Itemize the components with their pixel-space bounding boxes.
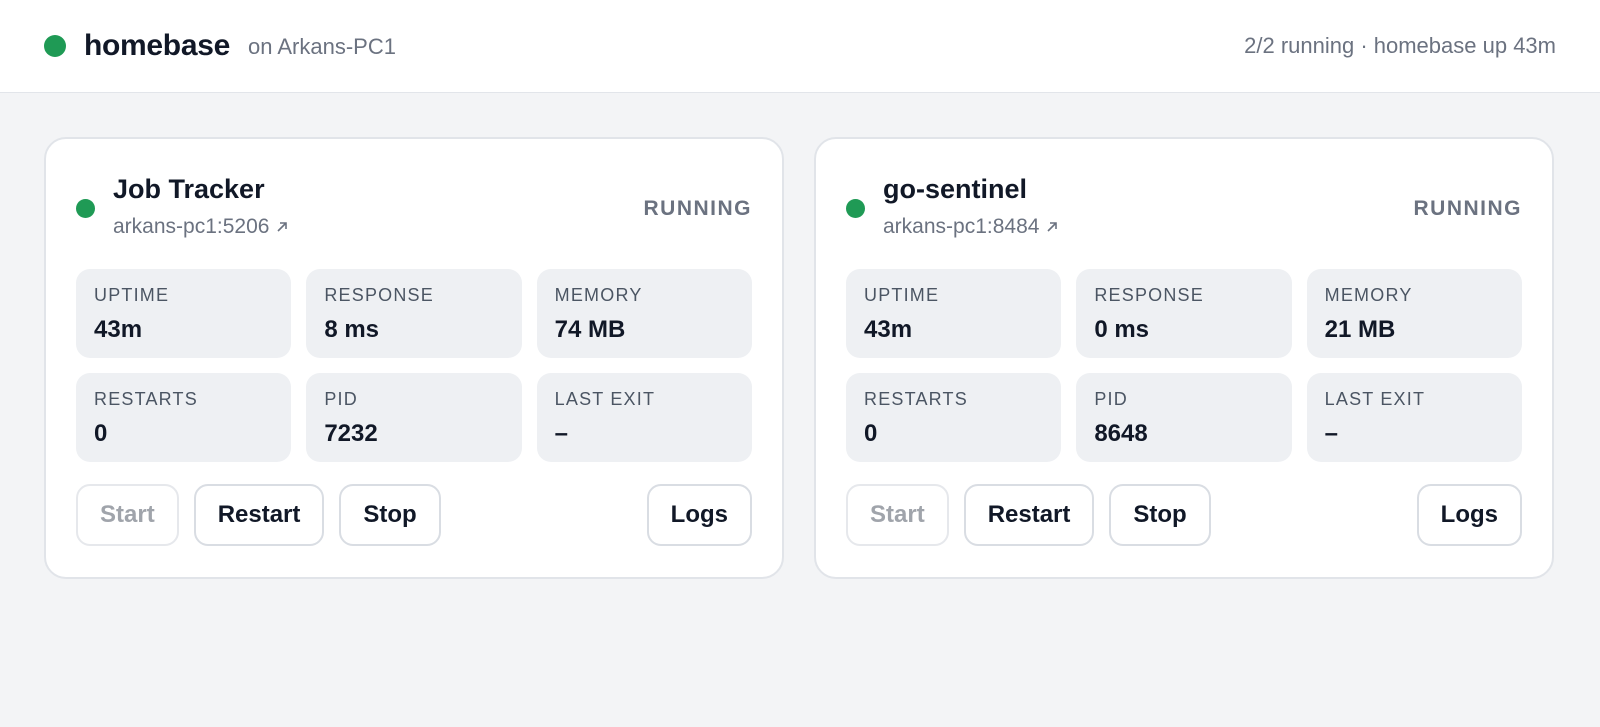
stat-memory: MEMORY 74 MB bbox=[536, 269, 752, 358]
brand: homebase on Arkans-PC1 bbox=[44, 29, 396, 63]
logs-button[interactable]: Logs bbox=[1416, 484, 1522, 546]
stat-memory: MEMORY 21 MB bbox=[1306, 269, 1522, 358]
service-card: go-sentinel arkans-pc1:8484 RUNNING UPTI… bbox=[814, 137, 1554, 579]
stop-button[interactable]: Stop bbox=[1109, 484, 1211, 546]
stat-label: UPTIME bbox=[94, 285, 170, 305]
stat-label: RESTARTS bbox=[864, 389, 968, 409]
stat-value: 7232 bbox=[324, 420, 378, 447]
stat-label: PID bbox=[324, 389, 358, 409]
stat-label: RESPONSE bbox=[324, 285, 434, 305]
start-button[interactable]: Start bbox=[846, 484, 949, 546]
stat-value: 74 MB bbox=[554, 316, 626, 343]
stat-value: 43m bbox=[94, 316, 143, 343]
stat-response: RESPONSE 0 ms bbox=[1076, 269, 1292, 358]
stat-restarts: RESTARTS 0 bbox=[846, 373, 1062, 462]
stat-label: RESTARTS bbox=[94, 389, 198, 409]
card-header: go-sentinel arkans-pc1:8484 RUNNING bbox=[846, 169, 1522, 269]
stat-label: LAST EXIT bbox=[554, 389, 656, 409]
service-address[interactable]: arkans-pc1:5206 bbox=[113, 215, 269, 239]
stat-value: – bbox=[554, 420, 569, 447]
stat-last-exit: LAST EXIT – bbox=[1306, 373, 1522, 462]
status-dot-icon bbox=[846, 199, 865, 218]
stat-label: MEMORY bbox=[1324, 285, 1413, 305]
card-actions: Start Restart Stop Logs bbox=[76, 484, 752, 546]
stat-value: 43m bbox=[864, 316, 913, 343]
stat-last-exit: LAST EXIT – bbox=[536, 373, 752, 462]
stat-value: – bbox=[1324, 420, 1339, 447]
stats-grid: UPTIME 43m RESPONSE 0 ms MEMORY 21 MB RE… bbox=[846, 269, 1522, 462]
card-header: Job Tracker arkans-pc1:5206 RUNNING bbox=[76, 169, 752, 269]
external-link-icon[interactable] bbox=[1045, 220, 1059, 234]
running-summary: 2/2 running · homebase up 43m bbox=[1244, 33, 1556, 58]
stat-value: 0 ms bbox=[1094, 316, 1150, 343]
restart-button[interactable]: Restart bbox=[963, 484, 1095, 546]
stat-value: 0 bbox=[864, 420, 878, 447]
stat-pid: PID 8648 bbox=[1076, 373, 1292, 462]
service-card: Job Tracker arkans-pc1:5206 RUNNING UPTI… bbox=[44, 137, 784, 579]
stat-restarts: RESTARTS 0 bbox=[76, 373, 292, 462]
logs-button[interactable]: Logs bbox=[646, 484, 752, 546]
stat-response: RESPONSE 8 ms bbox=[306, 269, 522, 358]
stat-value: 0 bbox=[94, 420, 108, 447]
service-title: Job Tracker bbox=[113, 174, 265, 204]
stat-value: 21 MB bbox=[1324, 316, 1396, 343]
status-dot-icon bbox=[76, 199, 95, 218]
stat-pid: PID 7232 bbox=[306, 373, 522, 462]
stat-label: PID bbox=[1094, 389, 1128, 409]
stat-value: 8 ms bbox=[324, 316, 380, 343]
service-address[interactable]: arkans-pc1:8484 bbox=[883, 215, 1039, 239]
stats-grid: UPTIME 43m RESPONSE 8 ms MEMORY 74 MB RE… bbox=[76, 269, 752, 462]
restart-button[interactable]: Restart bbox=[193, 484, 325, 546]
stop-button[interactable]: Stop bbox=[339, 484, 441, 546]
app-name: homebase bbox=[84, 29, 230, 62]
host-label: on Arkans-PC1 bbox=[248, 34, 396, 59]
card-actions: Start Restart Stop Logs bbox=[846, 484, 1522, 546]
start-button[interactable]: Start bbox=[76, 484, 179, 546]
service-grid: Job Tracker arkans-pc1:5206 RUNNING UPTI… bbox=[0, 93, 1600, 623]
service-link[interactable]: arkans-pc1:5206 bbox=[113, 215, 289, 239]
service-link[interactable]: arkans-pc1:8484 bbox=[883, 215, 1059, 239]
status-badge: RUNNING bbox=[643, 197, 752, 220]
stat-uptime: UPTIME 43m bbox=[846, 269, 1062, 358]
stat-label: LAST EXIT bbox=[1324, 389, 1426, 409]
external-link-icon[interactable] bbox=[275, 220, 289, 234]
stat-uptime: UPTIME 43m bbox=[76, 269, 292, 358]
status-badge: RUNNING bbox=[1413, 197, 1522, 220]
service-title: go-sentinel bbox=[883, 174, 1028, 204]
stat-label: RESPONSE bbox=[1094, 285, 1204, 305]
stat-label: MEMORY bbox=[554, 285, 643, 305]
stat-value: 8648 bbox=[1094, 420, 1148, 447]
status-dot-icon bbox=[44, 35, 66, 57]
stat-label: UPTIME bbox=[864, 285, 940, 305]
top-bar: homebase on Arkans-PC1 2/2 running · hom… bbox=[0, 0, 1600, 93]
